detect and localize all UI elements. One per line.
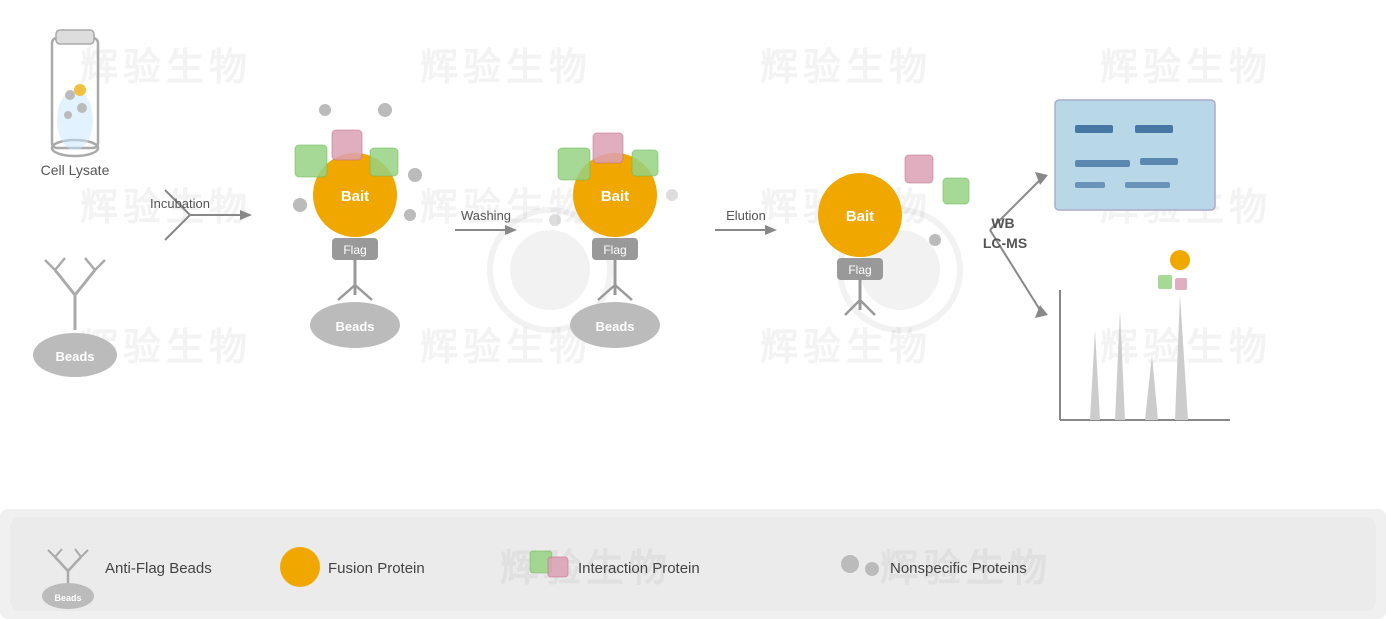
svg-text:Bait: Bait: [846, 208, 874, 225]
svg-text:辉验生物: 辉验生物: [420, 327, 592, 369]
svg-text:Beads: Beads: [335, 319, 374, 334]
svg-text:Flag: Flag: [343, 243, 366, 257]
main-diagram: 辉验生物 辉验生物 辉验生物 辉验生物 辉验生物 辉验生物 辉验生物 辉验生物 …: [0, 0, 1386, 480]
svg-text:WB: WB: [991, 215, 1014, 231]
wb-result: [1055, 100, 1215, 210]
svg-text:辉验生物: 辉验生物: [760, 327, 932, 369]
cell-lysate-label: Cell Lysate: [41, 162, 110, 178]
svg-text:Flag: Flag: [848, 263, 871, 277]
svg-text:Incubation: Incubation: [150, 196, 210, 211]
svg-text:LC-MS: LC-MS: [983, 235, 1027, 251]
svg-text:辉验生物: 辉验生物: [1100, 47, 1272, 89]
legend-label-4: Nonspecific Proteins: [890, 560, 1027, 577]
svg-text:Bait: Bait: [601, 188, 629, 205]
svg-text:辉验生物: 辉验生物: [80, 47, 252, 89]
svg-text:辉验生物: 辉验生物: [420, 47, 592, 89]
svg-text:Beads: Beads: [55, 349, 94, 364]
legend-bar: 辉验生物 辉验生物 Beads Anti-Flag Beads Fusion P…: [0, 509, 1386, 619]
elution-arrow: [715, 225, 777, 235]
legend-label-2: Fusion Protein: [328, 560, 425, 577]
legend-label-1: Anti-Flag Beads: [105, 560, 212, 577]
svg-text:Beads: Beads: [54, 593, 81, 603]
svg-text:辉验生物: 辉验生物: [1100, 327, 1272, 369]
beads-antibody-step1: Beads: [33, 258, 117, 377]
svg-text:Elution: Elution: [726, 208, 766, 223]
legend-label-3: Interaction Protein: [578, 560, 700, 577]
svg-text:Flag: Flag: [603, 243, 626, 257]
svg-text:辉验生物: 辉验生物: [760, 47, 932, 89]
step2-complex: Bait Flag Beads: [293, 103, 422, 348]
svg-text:Beads: Beads: [595, 319, 634, 334]
svg-text:Washing: Washing: [461, 208, 511, 223]
svg-text:Bait: Bait: [341, 188, 369, 205]
